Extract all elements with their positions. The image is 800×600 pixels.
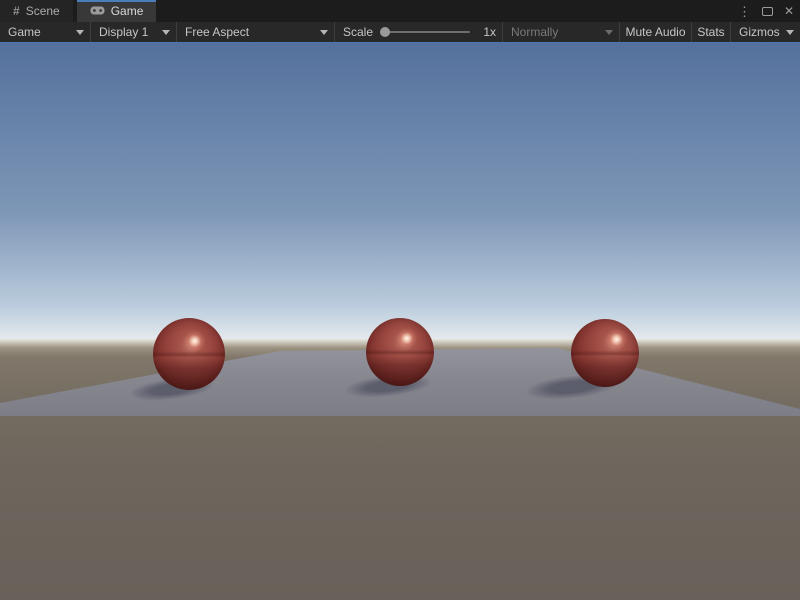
scale-slider-track[interactable]: [384, 31, 470, 33]
close-icon[interactable]: ✕: [784, 5, 794, 17]
red-sphere: [153, 318, 225, 390]
playmode-behavior-dropdown[interactable]: Normally: [503, 22, 620, 42]
game-viewport[interactable]: [0, 43, 800, 600]
mute-audio-label: Mute Audio: [625, 25, 685, 39]
playmode-label: Normally: [511, 25, 599, 39]
red-sphere: [571, 319, 639, 387]
tab-scene-label: Scene: [26, 4, 60, 18]
game-mode-dropdown[interactable]: Game: [0, 22, 91, 42]
gizmos-dropdown[interactable]: Gizmos: [731, 22, 800, 42]
aspect-label: Free Aspect: [185, 25, 314, 39]
chevron-down-icon: [605, 30, 613, 35]
red-sphere: [366, 318, 434, 386]
chevron-down-icon: [320, 30, 328, 35]
mute-audio-button[interactable]: Mute Audio: [620, 22, 692, 42]
tab-strip: # Scene Game ⋮ ✕: [0, 0, 800, 22]
chevron-down-icon: [786, 30, 794, 35]
scale-value: 1x: [483, 25, 496, 39]
stats-label: Stats: [697, 25, 724, 39]
gamepad-icon: [90, 4, 105, 18]
display-dropdown[interactable]: Display 1: [91, 22, 177, 42]
menu-dots-icon[interactable]: ⋮: [738, 5, 751, 18]
scale-slider[interactable]: [380, 22, 476, 42]
window-controls: ⋮ ✕: [738, 0, 794, 22]
unity-game-window: # Scene Game ⋮ ✕ Game Display 1 Free Asp…: [0, 0, 800, 600]
scale-slider-knob[interactable]: [380, 27, 390, 37]
maximize-icon[interactable]: [762, 7, 773, 16]
aspect-ratio-dropdown[interactable]: Free Aspect: [177, 22, 335, 42]
game-mode-label: Game: [8, 25, 70, 39]
tab-scene[interactable]: # Scene: [0, 0, 73, 22]
scale-label: Scale: [343, 25, 373, 39]
chevron-down-icon: [76, 30, 84, 35]
stats-button[interactable]: Stats: [692, 22, 731, 42]
scene-grid-icon: #: [13, 4, 20, 18]
display-label: Display 1: [99, 25, 156, 39]
scale-control: Scale 1x: [335, 22, 503, 42]
game-view-toolbar: Game Display 1 Free Aspect Scale 1x Norm…: [0, 22, 800, 42]
gizmos-label: Gizmos: [739, 25, 780, 39]
chevron-down-icon: [162, 30, 170, 35]
tab-game-label: Game: [111, 4, 144, 18]
tab-game[interactable]: Game: [77, 0, 157, 22]
